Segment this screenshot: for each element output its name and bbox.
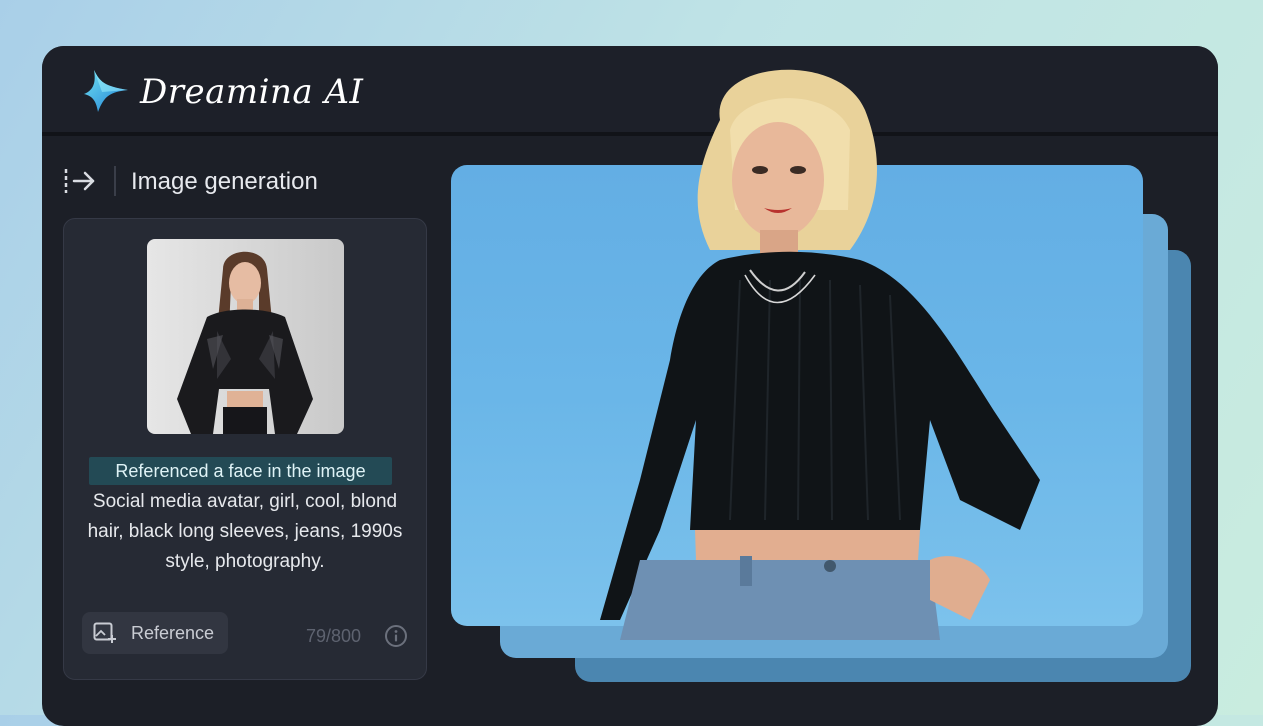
reference-image-thumbnail[interactable] — [147, 239, 344, 434]
panel-expand-arrow-icon[interactable] — [64, 167, 96, 195]
image-add-icon — [93, 622, 116, 643]
prompt-card: Referenced a face in the image Social me… — [63, 218, 427, 680]
prompt-text[interactable]: Social media avatar, girl, cool, blond h… — [76, 487, 414, 577]
reference-button-label: Reference — [131, 623, 215, 643]
face-reference-tag: Referenced a face in the image — [89, 457, 392, 485]
reference-button[interactable]: Reference — [82, 612, 228, 654]
dreamina-logo-icon — [84, 70, 128, 112]
info-icon[interactable] — [384, 624, 408, 648]
character-counter: 79/800 — [306, 626, 362, 646]
brand-name: Dreamina AI — [140, 72, 364, 112]
header-divider — [114, 166, 116, 196]
section-title: Image generation — [131, 168, 318, 195]
reference-photo-illustration — [147, 239, 344, 434]
generated-person-illustration — [600, 69, 1040, 640]
